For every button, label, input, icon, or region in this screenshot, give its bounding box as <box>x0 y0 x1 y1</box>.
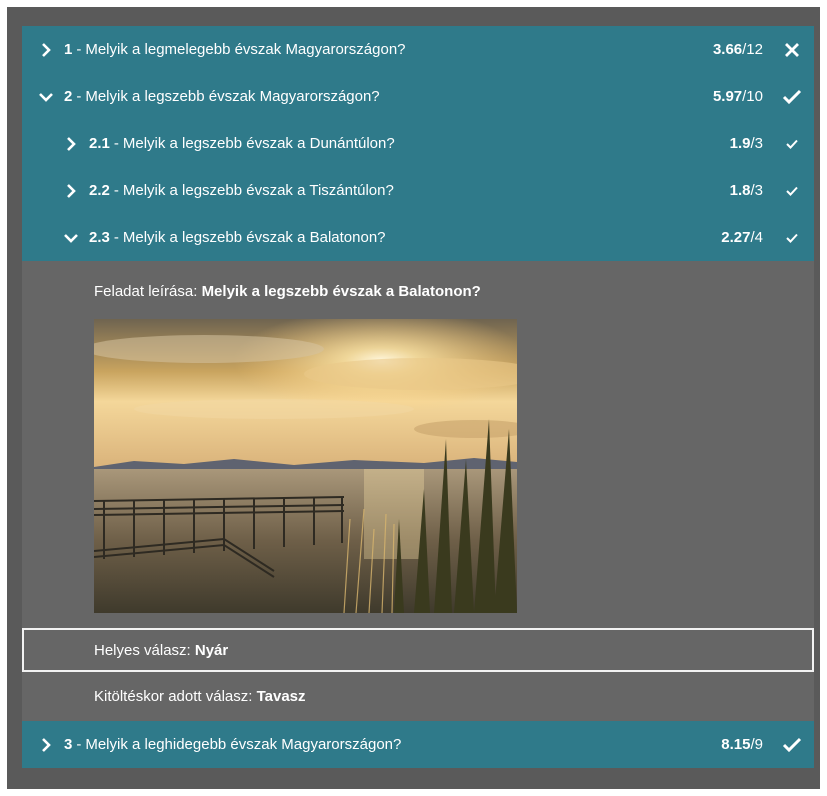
quiz-results-frame: 1 - Melyik a legmelegebb évszak Magyaror… <box>7 7 820 789</box>
task-description-value: Melyik a legszebb évszak a Balatonon? <box>201 283 481 300</box>
question-text: Melyik a legszebb évszak Magyarországon? <box>85 88 380 105</box>
given-answer-label: Kitöltéskor adott válasz: <box>94 688 253 705</box>
separator: - <box>113 182 119 199</box>
x-icon <box>782 40 802 60</box>
correct-answer-box: Helyes válasz: Nyár <box>22 628 814 672</box>
separator: - <box>113 229 119 246</box>
separator: - <box>76 41 82 58</box>
subquestion-row-2-1[interactable]: 2.1 - Melyik a legszebb évszak a Dunántú… <box>22 120 814 167</box>
separator: - <box>76 736 82 753</box>
check-icon <box>782 181 802 201</box>
quiz-results-panel: 1 - Melyik a legmelegebb évszak Magyaror… <box>22 26 814 768</box>
task-description-label: Feladat leírása: <box>94 283 198 300</box>
correct-answer-label: Helyes válasz: <box>94 641 191 659</box>
question-score: 3.66/12 <box>712 41 763 58</box>
subquestion-row-2-3[interactable]: 2.3 - Melyik a legszebb évszak a Balaton… <box>22 214 814 261</box>
chevron-right-icon[interactable] <box>63 136 79 152</box>
question-row-2[interactable]: 2 - Melyik a legszebb évszak Magyarorszá… <box>22 73 814 120</box>
question-number: 1 <box>64 41 73 58</box>
chevron-down-icon[interactable] <box>38 89 54 105</box>
question-number: 2.1 <box>89 135 110 152</box>
chevron-right-icon[interactable] <box>38 42 54 58</box>
separator: - <box>76 88 82 105</box>
question-text: Melyik a legmelegebb évszak Magyarország… <box>85 41 406 58</box>
lake-sunset-image <box>94 319 517 613</box>
question-score: 5.97/10 <box>712 88 763 105</box>
check-icon <box>782 228 802 248</box>
question-score: 8.15/9 <box>721 736 763 753</box>
question-text: Melyik a leghidegebb évszak Magyarország… <box>85 736 402 753</box>
check-icon <box>782 735 802 755</box>
check-icon <box>782 134 802 154</box>
question-detail: Feladat leírása: Melyik a legszebb évsza… <box>22 261 814 721</box>
question-number: 2 <box>64 88 73 105</box>
question-number: 2.2 <box>89 182 110 199</box>
subquestion-row-2-2[interactable]: 2.2 - Melyik a legszebb évszak a Tiszánt… <box>22 167 814 214</box>
question-text: Melyik a legszebb évszak a Balatonon? <box>122 229 386 246</box>
chevron-right-icon[interactable] <box>38 737 54 753</box>
chevron-right-icon[interactable] <box>63 183 79 199</box>
chevron-down-icon[interactable] <box>63 230 79 246</box>
correct-answer-value: Nyár <box>194 641 229 659</box>
question-row-3[interactable]: 3 - Melyik a leghidegebb évszak Magyaror… <box>22 721 814 768</box>
check-icon <box>782 87 802 107</box>
question-text: Melyik a legszebb évszak a Dunántúlon? <box>122 135 395 152</box>
question-score: 2.27/4 <box>721 229 763 246</box>
separator: - <box>113 135 119 152</box>
given-answer-value: Tavasz <box>256 688 306 705</box>
task-description: Feladat leírása: Melyik a legszebb évsza… <box>22 261 814 319</box>
given-answer: Kitöltéskor adott válasz: Tavasz <box>22 672 814 721</box>
question-score: 1.8/3 <box>729 182 763 199</box>
question-number: 3 <box>64 736 73 753</box>
question-number: 2.3 <box>89 229 110 246</box>
question-text: Melyik a legszebb évszak a Tiszántúlon? <box>122 182 394 199</box>
question-score: 1.9/3 <box>729 135 763 152</box>
question-row-1[interactable]: 1 - Melyik a legmelegebb évszak Magyaror… <box>22 26 814 73</box>
